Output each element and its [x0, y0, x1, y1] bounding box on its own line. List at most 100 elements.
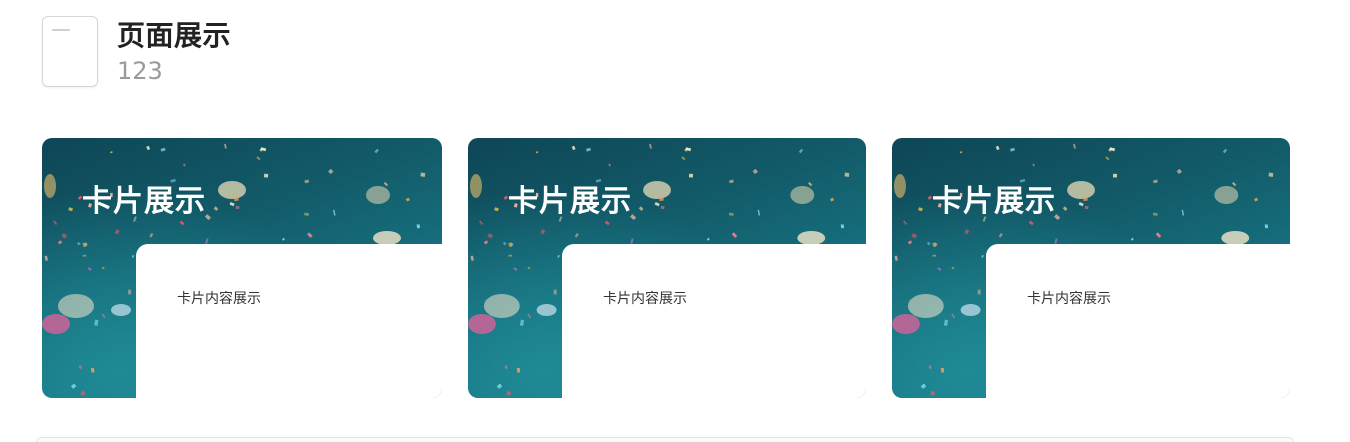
confetti-piece [128, 289, 132, 295]
card-list: 卡片展示 卡片内容展示 卡片展示 卡片内容展示 卡片展示 卡片内容展示 [42, 138, 1342, 398]
confetti-piece [894, 255, 898, 261]
confetti-piece [470, 255, 474, 261]
confetti-piece [1082, 196, 1088, 202]
confetti-piece [304, 179, 310, 184]
confetti-piece [479, 220, 484, 226]
confetti-piece [1268, 172, 1274, 177]
confetti-piece [61, 232, 68, 239]
confetti-piece [131, 254, 135, 258]
confetti-piece [508, 254, 512, 257]
confetti-piece [1264, 224, 1269, 229]
confetti-piece [1153, 179, 1158, 184]
confetti-piece [706, 237, 710, 241]
confetti-piece [798, 148, 804, 154]
confetti-piece [78, 365, 83, 370]
confetti-piece [513, 267, 518, 272]
confetti-piece [920, 383, 927, 389]
confetti-piece [998, 232, 1003, 238]
document-icon-line [52, 29, 70, 31]
confetti-piece [1032, 163, 1036, 167]
confetti-piece [146, 145, 151, 151]
confetti-piece [94, 319, 99, 326]
confetti-piece [995, 145, 1000, 151]
confetti-blob [790, 186, 815, 204]
confetti-blob [643, 181, 671, 199]
confetti-piece [235, 205, 240, 210]
confetti-blob [469, 174, 482, 198]
confetti-piece [571, 145, 576, 151]
confetti-piece [1155, 232, 1162, 238]
confetti-piece [263, 173, 269, 178]
confetti-piece [557, 254, 560, 258]
confetti-piece [383, 181, 388, 187]
confetti-piece [374, 148, 379, 154]
confetti-blob [44, 174, 56, 198]
confetti-piece [483, 240, 489, 245]
card-2[interactable]: 卡片展示 卡片内容展示 [468, 138, 866, 398]
confetti-blob [907, 294, 944, 318]
confetti-blob [218, 181, 246, 199]
confetti-piece [76, 241, 81, 246]
confetti-piece [1222, 148, 1228, 154]
confetti-piece [527, 313, 532, 319]
confetti-piece [90, 367, 95, 373]
confetti-piece [70, 383, 77, 389]
confetti-piece [57, 240, 63, 245]
confetti-piece [903, 220, 908, 226]
confetti-piece [660, 205, 665, 210]
confetti-piece [964, 229, 970, 235]
confetti-piece [585, 147, 591, 152]
confetti-piece [918, 207, 923, 212]
confetti-piece [256, 156, 261, 161]
confetti-piece [101, 313, 106, 319]
confetti-blob [1067, 181, 1095, 199]
confetti-blob [468, 314, 496, 334]
confetti-piece [114, 229, 120, 235]
confetti-blob [960, 304, 981, 316]
confetti-piece [1078, 202, 1084, 207]
card-content-panel: 卡片内容展示 [562, 244, 866, 398]
confetti-blob [893, 174, 906, 198]
confetti-piece [808, 181, 813, 187]
confetti-piece [940, 367, 945, 373]
confetti-piece [304, 212, 309, 216]
confetti-piece [213, 206, 219, 211]
card-content-text: 卡片内容展示 [177, 291, 261, 307]
confetti-piece [496, 383, 503, 389]
confetti-blob [797, 231, 826, 245]
confetti-blob [42, 314, 70, 334]
confetti-piece [911, 232, 918, 239]
card-content-text: 卡片内容展示 [603, 291, 687, 307]
confetti-piece [926, 241, 931, 246]
card-title: 卡片展示 [932, 184, 1056, 219]
confetti-piece [1232, 181, 1237, 187]
confetti-piece [688, 173, 694, 178]
confetti-piece [1105, 156, 1110, 161]
confetti-piece [110, 151, 113, 154]
confetti-piece [729, 179, 734, 184]
card-content-panel: 卡片内容展示 [986, 244, 1290, 398]
confetti-piece [416, 224, 421, 229]
confetti-piece [182, 163, 186, 167]
confetti-piece [179, 220, 185, 226]
confetti-piece [68, 207, 73, 212]
confetti-piece [981, 254, 984, 258]
confetti-piece [951, 313, 956, 319]
confetti-piece [1073, 143, 1076, 149]
confetti-piece [928, 365, 932, 370]
confetti-piece [959, 151, 963, 154]
card-1[interactable]: 卡片展示 卡片内容展示 [42, 138, 442, 398]
card-3[interactable]: 卡片展示 卡片内容展示 [892, 138, 1290, 398]
confetti-piece [977, 289, 981, 295]
confetti-blob [483, 294, 520, 318]
confetti-piece [494, 207, 499, 212]
confetti-piece [1176, 168, 1182, 175]
confetti-piece [932, 254, 936, 257]
confetti-blob [1221, 231, 1250, 245]
confetti-piece [405, 197, 410, 202]
header-text: 页面展示 123 [117, 16, 231, 86]
confetti-piece [728, 212, 734, 216]
confetti-piece [420, 172, 426, 177]
confetti-piece [101, 266, 105, 270]
confetti-piece [574, 232, 579, 238]
